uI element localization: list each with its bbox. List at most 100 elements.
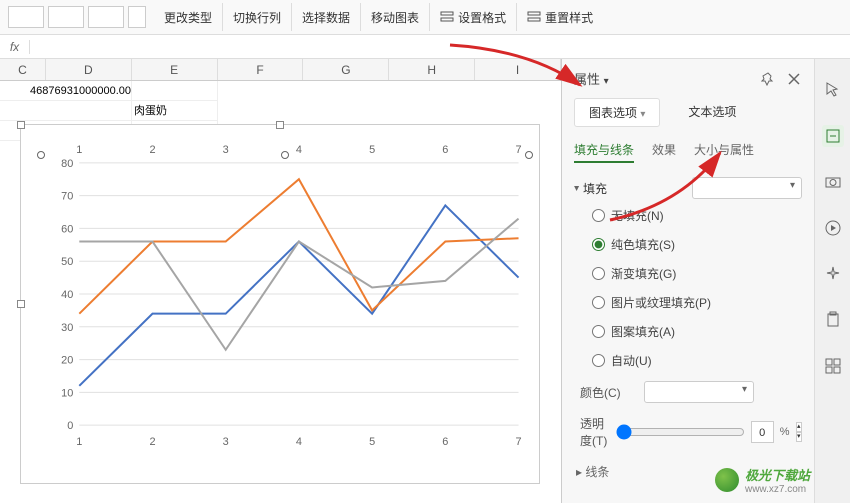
reset-icon bbox=[527, 10, 541, 24]
svg-text:1: 1 bbox=[76, 144, 82, 156]
svg-text:60: 60 bbox=[61, 223, 73, 235]
template-thumb-3[interactable] bbox=[88, 6, 124, 28]
row-1: 46876931000000.00 bbox=[0, 81, 561, 101]
svg-text:6: 6 bbox=[442, 144, 448, 156]
svg-text:5: 5 bbox=[369, 144, 375, 156]
fill-pattern-radio[interactable]: 图案填充(A) bbox=[592, 323, 802, 340]
transparency-label: 透明度(T) bbox=[580, 415, 610, 449]
plot-sel-nw[interactable] bbox=[37, 151, 45, 159]
tab-text-options[interactable]: 文本选项 bbox=[674, 98, 750, 127]
svg-text:6: 6 bbox=[442, 436, 448, 448]
line-chart: 0102030405060708012345671234567 bbox=[41, 135, 529, 453]
camera-icon[interactable] bbox=[822, 171, 844, 193]
row-2: 肉蛋奶 bbox=[0, 101, 561, 121]
play-icon[interactable] bbox=[822, 217, 844, 239]
trans-spin-down[interactable]: ▾ bbox=[796, 432, 802, 442]
plot-sel-ne[interactable] bbox=[525, 151, 533, 159]
svg-text:50: 50 bbox=[61, 256, 73, 268]
col-hdr-C[interactable]: C bbox=[0, 59, 46, 80]
svg-text:5: 5 bbox=[369, 436, 375, 448]
section-fill[interactable]: 填充 bbox=[574, 177, 802, 199]
fill-solid-radio[interactable]: 纯色填充(S) bbox=[592, 236, 802, 253]
svg-text:1: 1 bbox=[76, 436, 82, 448]
watermark-url: www.xz7.com bbox=[745, 484, 810, 495]
template-thumb-2[interactable] bbox=[48, 6, 84, 28]
col-hdr-H[interactable]: H bbox=[389, 59, 475, 80]
properties-panel: 属性 ▾ 图表选项 ▾ 文本选项 填充与线条 效果 大小与属性 填充 bbox=[562, 59, 814, 503]
svg-text:10: 10 bbox=[61, 387, 73, 399]
percent-symbol: % bbox=[780, 426, 790, 438]
fx-label: fx bbox=[0, 40, 30, 54]
change-type-button[interactable]: 更改类型 bbox=[154, 3, 223, 31]
color-label: 颜色(C) bbox=[580, 384, 644, 401]
close-icon[interactable] bbox=[786, 71, 802, 87]
style-tool-icon[interactable] bbox=[822, 125, 844, 147]
chart-plot-area[interactable]: 0102030405060708012345671234567 bbox=[41, 135, 529, 453]
resize-handle-n[interactable] bbox=[276, 121, 284, 129]
plot-sel-n[interactable] bbox=[281, 151, 289, 159]
svg-text:2: 2 bbox=[149, 436, 155, 448]
trans-spin-up[interactable]: ▴ bbox=[796, 422, 802, 432]
switch-row-col-button[interactable]: 切换行列 bbox=[223, 3, 292, 31]
ribbon-toolbar: 更改类型 切换行列 选择数据 移动图表 设置格式 重置样式 bbox=[0, 0, 850, 35]
template-thumb-4[interactable] bbox=[128, 6, 146, 28]
fill-preview-dropdown[interactable] bbox=[692, 177, 802, 199]
fill-options: 无填充(N) 纯色填充(S) 渐变填充(G) 图片或纹理填充(P) 图案填充(A… bbox=[574, 207, 802, 369]
watermark-text: 极光下载站 bbox=[745, 465, 810, 484]
col-hdr-G[interactable]: G bbox=[303, 59, 389, 80]
fill-none-radio[interactable]: 无填充(N) bbox=[592, 207, 802, 224]
svg-text:80: 80 bbox=[61, 158, 73, 170]
fill-picture-radio[interactable]: 图片或纹理填充(P) bbox=[592, 294, 802, 311]
select-tool-icon[interactable] bbox=[822, 79, 844, 101]
template-thumb-1[interactable] bbox=[8, 6, 44, 28]
pin-icon[interactable] bbox=[760, 71, 776, 87]
set-format-button[interactable]: 设置格式 bbox=[430, 3, 517, 31]
set-format-label: 设置格式 bbox=[458, 9, 506, 26]
transparency-slider[interactable] bbox=[616, 424, 745, 440]
color-picker[interactable] bbox=[644, 381, 754, 403]
select-data-button[interactable]: 选择数据 bbox=[292, 3, 361, 31]
grid-icon[interactable] bbox=[822, 355, 844, 377]
svg-text:30: 30 bbox=[61, 322, 73, 334]
fill-auto-radio[interactable]: 自动(U) bbox=[592, 352, 802, 369]
spreadsheet-area: C D E F G H I 46876931000000.00 肉蛋奶 猪肉 bbox=[0, 59, 562, 503]
resize-handle-w[interactable] bbox=[17, 300, 25, 308]
clipboard-icon[interactable] bbox=[822, 309, 844, 331]
resize-handle-nw[interactable] bbox=[17, 121, 25, 129]
reset-style-button[interactable]: 重置样式 bbox=[517, 3, 603, 31]
cell-d2[interactable]: 肉蛋奶 bbox=[132, 101, 218, 121]
svg-text:7: 7 bbox=[515, 436, 521, 448]
svg-text:3: 3 bbox=[223, 144, 229, 156]
cell-c1[interactable]: 46876931000000.00 bbox=[0, 81, 132, 101]
right-sidebar bbox=[814, 59, 850, 503]
chart-object[interactable]: 0102030405060708012345671234567 bbox=[20, 124, 540, 484]
sparkle-icon[interactable] bbox=[822, 263, 844, 285]
svg-text:4: 4 bbox=[296, 436, 302, 448]
panel-title: 属性 ▾ bbox=[574, 69, 609, 88]
watermark: 极光下载站 www.xz7.com bbox=[715, 465, 810, 495]
fill-gradient-radio[interactable]: 渐变填充(G) bbox=[592, 265, 802, 282]
subtab-size-prop[interactable]: 大小与属性 bbox=[694, 141, 754, 163]
svg-text:20: 20 bbox=[61, 355, 73, 367]
transparency-value[interactable]: 0 bbox=[751, 421, 774, 443]
svg-text:2: 2 bbox=[149, 144, 155, 156]
column-headers: C D E F G H I bbox=[0, 59, 561, 81]
col-hdr-I[interactable]: I bbox=[475, 59, 561, 80]
watermark-logo-icon bbox=[715, 468, 739, 492]
col-hdr-F[interactable]: F bbox=[218, 59, 304, 80]
tab-chart-options[interactable]: 图表选项 ▾ bbox=[574, 98, 660, 127]
svg-text:4: 4 bbox=[296, 144, 302, 156]
col-hdr-D[interactable]: D bbox=[46, 59, 132, 80]
cell-d1[interactable] bbox=[132, 81, 218, 101]
svg-text:0: 0 bbox=[67, 420, 73, 432]
formula-bar: fx bbox=[0, 35, 850, 59]
svg-text:40: 40 bbox=[61, 289, 73, 301]
move-chart-button[interactable]: 移动图表 bbox=[361, 3, 430, 31]
reset-style-label: 重置样式 bbox=[545, 9, 593, 26]
col-hdr-E[interactable]: E bbox=[132, 59, 218, 80]
format-icon bbox=[440, 10, 454, 24]
subtab-fill-line[interactable]: 填充与线条 bbox=[574, 141, 634, 163]
svg-text:3: 3 bbox=[223, 436, 229, 448]
svg-text:7: 7 bbox=[515, 144, 521, 156]
subtab-effects[interactable]: 效果 bbox=[652, 141, 676, 163]
